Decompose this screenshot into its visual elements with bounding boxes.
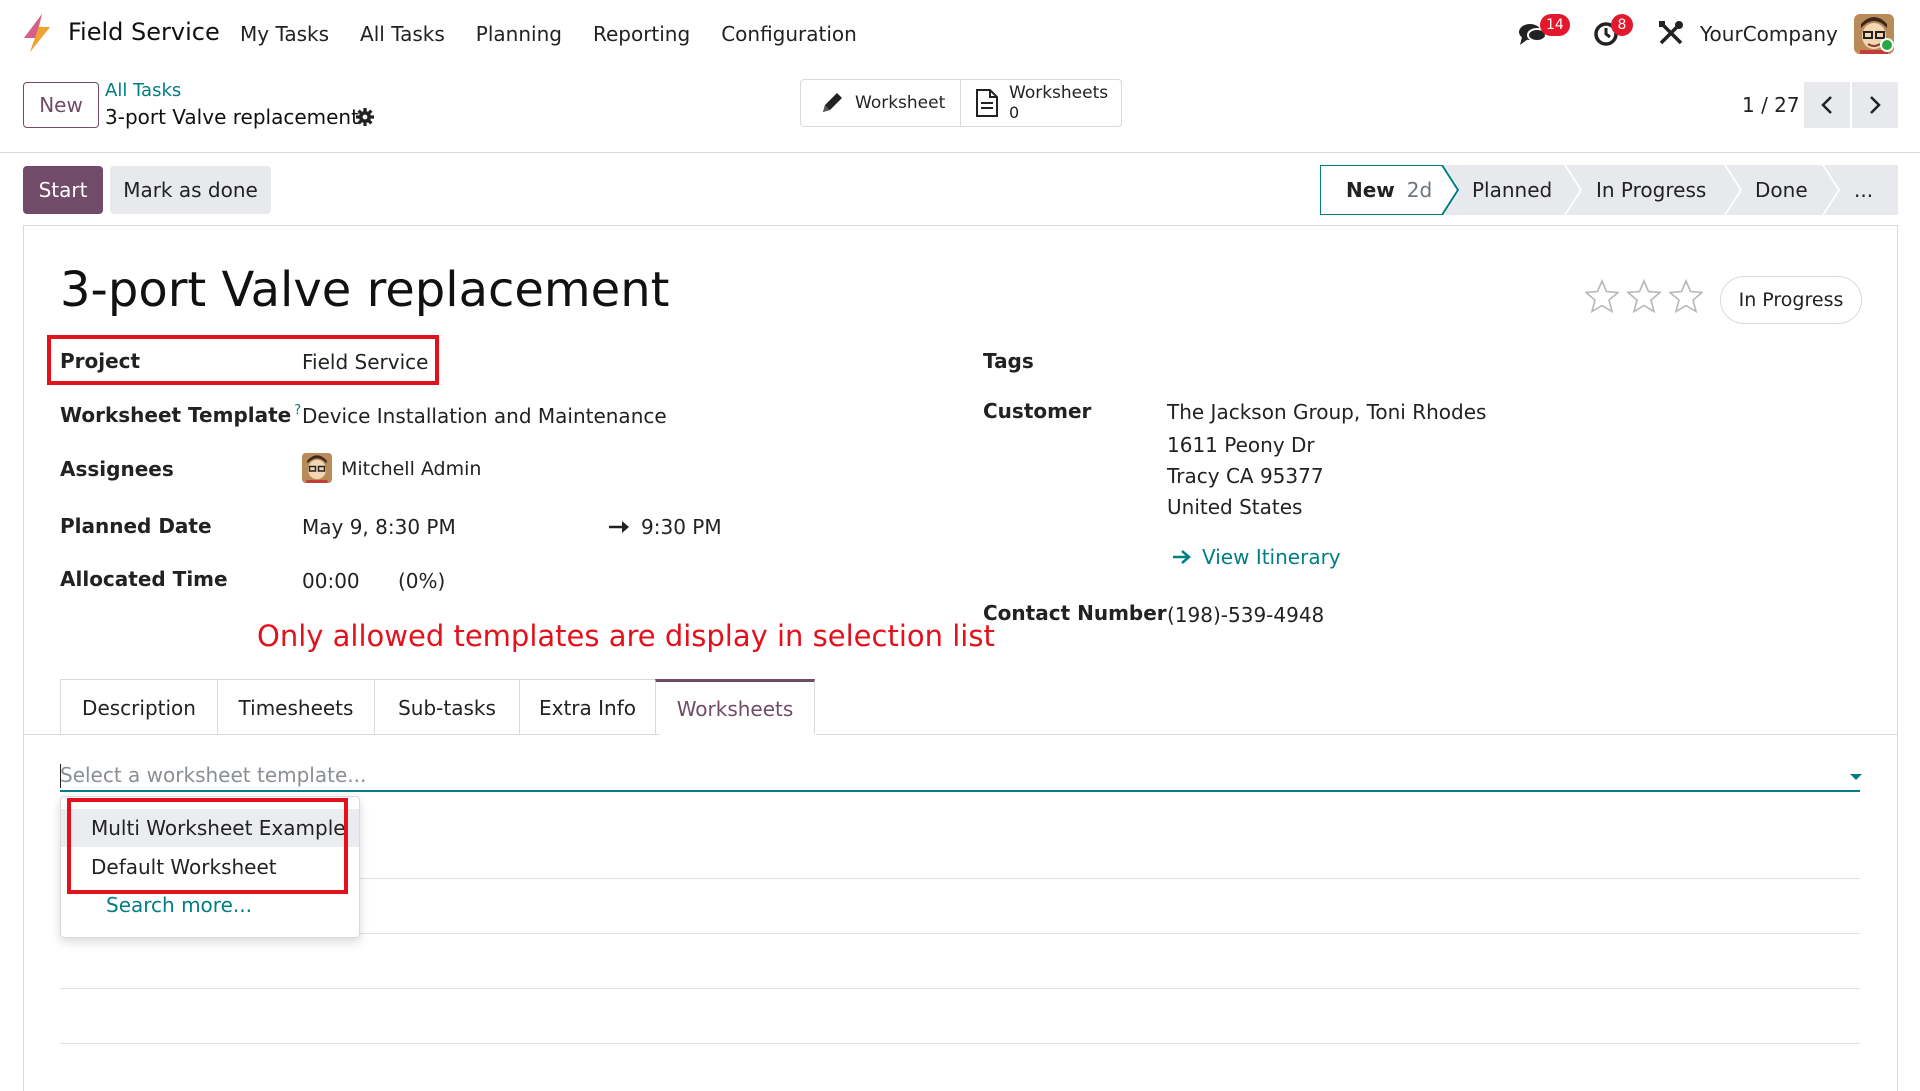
worksheets-smart-button[interactable]: Worksheets 0 bbox=[961, 80, 1121, 126]
stage-in-progress-label: In Progress bbox=[1596, 178, 1707, 202]
arrow-right-icon bbox=[609, 521, 629, 533]
priority-stars bbox=[1585, 279, 1703, 313]
messages-badge: 14 bbox=[1540, 14, 1570, 36]
annotation-box-options bbox=[67, 798, 348, 894]
tab-worksheets[interactable]: Worksheets bbox=[655, 679, 815, 735]
start-button[interactable]: Start bbox=[23, 166, 103, 214]
new-button[interactable]: New bbox=[23, 82, 99, 128]
tab-description[interactable]: Description bbox=[60, 679, 218, 735]
star-icon[interactable] bbox=[1669, 279, 1703, 313]
menu-all-tasks[interactable]: All Tasks bbox=[360, 22, 445, 46]
arrow-right-icon bbox=[1173, 550, 1191, 564]
stage-more[interactable]: ... bbox=[1854, 165, 1873, 215]
document-icon bbox=[976, 89, 998, 117]
assignee-avatar-icon bbox=[302, 453, 332, 483]
breadcrumb-all-tasks[interactable]: All Tasks bbox=[105, 80, 181, 101]
chevron-left-icon bbox=[1821, 96, 1832, 114]
list-row-divider bbox=[60, 1043, 1860, 1044]
menu-configuration[interactable]: Configuration bbox=[721, 22, 857, 46]
pager-previous-button[interactable] bbox=[1804, 82, 1850, 128]
worksheets-smart-label: Worksheets bbox=[1009, 83, 1109, 103]
stage-new-badge: 2d bbox=[1406, 178, 1433, 202]
customer-country: United States bbox=[1167, 495, 1303, 519]
stage-done-label: Done bbox=[1755, 178, 1808, 202]
planned-start-value[interactable]: May 9, 8:30 PM bbox=[302, 515, 456, 539]
mark-as-done-button[interactable]: Mark as done bbox=[110, 166, 271, 214]
online-status-dot bbox=[1880, 38, 1894, 52]
view-itinerary-link[interactable]: View Itinerary bbox=[1172, 545, 1341, 569]
assignee-avatar bbox=[302, 453, 332, 483]
stage-in-progress[interactable]: In Progress bbox=[1596, 165, 1706, 215]
tab-sub-tasks[interactable]: Sub-tasks bbox=[374, 679, 520, 735]
company-switcher[interactable]: YourCompany bbox=[1700, 22, 1838, 46]
stage-statusbar: New 2d Planned In Progress Done ... bbox=[1320, 165, 1898, 215]
allocated-percent: (0%) bbox=[398, 569, 446, 593]
pencil-icon bbox=[823, 93, 842, 112]
customer-street: 1611 Peony Dr bbox=[1167, 433, 1315, 457]
pager-value[interactable]: 1 / 27 bbox=[1742, 93, 1800, 117]
top-navbar: Field Service My Tasks All Tasks Plannin… bbox=[0, 0, 1920, 68]
star-icon[interactable] bbox=[1627, 279, 1661, 313]
active-tab-gap bbox=[660, 734, 816, 736]
worksheet-template-label: Worksheet Template? bbox=[60, 403, 301, 427]
star-icon[interactable] bbox=[1585, 279, 1619, 313]
smart-buttons: Worksheet Worksheets 0 bbox=[800, 79, 1122, 127]
breadcrumb-record-name: 3-port Valve replacement bbox=[105, 105, 359, 129]
control-panel-divider bbox=[0, 152, 1920, 153]
text-cursor bbox=[60, 764, 61, 788]
worksheet-smart-button[interactable]: Worksheet bbox=[801, 80, 961, 126]
notebook-tabs: Description Timesheets Sub-tasks Extra I… bbox=[60, 679, 815, 735]
stage-done[interactable]: Done bbox=[1755, 165, 1808, 215]
gear-icon[interactable] bbox=[355, 107, 375, 127]
help-tooltip-icon[interactable]: ? bbox=[294, 403, 301, 418]
tab-extra-info[interactable]: Extra Info bbox=[519, 679, 656, 735]
planned-end-value[interactable]: 9:30 PM bbox=[641, 515, 722, 539]
tabs-underline bbox=[23, 734, 1898, 735]
contact-number-value[interactable]: (198)-539-4948 bbox=[1167, 603, 1324, 627]
stage-new[interactable]: New 2d bbox=[1346, 165, 1432, 215]
task-title[interactable]: 3-port Valve replacement bbox=[60, 262, 669, 318]
worksheet-smart-label: Worksheet bbox=[855, 93, 946, 113]
stage-new-label: New bbox=[1346, 178, 1395, 202]
debug-tools-button[interactable] bbox=[1656, 18, 1686, 48]
pager-next-button[interactable] bbox=[1852, 82, 1898, 128]
stage-more-label: ... bbox=[1854, 178, 1874, 202]
tags-label: Tags bbox=[983, 349, 1034, 373]
allocated-time-label: Allocated Time bbox=[60, 567, 228, 591]
tools-icon bbox=[1659, 21, 1683, 45]
list-row-divider bbox=[60, 988, 1860, 989]
messages-button[interactable]: 14 bbox=[1518, 14, 1570, 48]
assignee-name[interactable]: Mitchell Admin bbox=[341, 458, 481, 480]
contact-number-label: Contact Number bbox=[983, 601, 1167, 625]
search-more-link[interactable]: Search more... bbox=[106, 893, 252, 917]
menu-reporting[interactable]: Reporting bbox=[593, 22, 690, 46]
kanban-state-pill[interactable]: In Progress bbox=[1720, 276, 1862, 324]
annotation-box-project bbox=[47, 335, 439, 385]
stage-planned-label: Planned bbox=[1472, 178, 1553, 202]
app-name[interactable]: Field Service bbox=[68, 18, 220, 46]
worksheet-template-label-text: Worksheet Template bbox=[60, 403, 292, 427]
activities-button[interactable]: 8 bbox=[1593, 14, 1633, 48]
customer-city: Tracy CA 95377 bbox=[1167, 464, 1324, 488]
stage-planned[interactable]: Planned bbox=[1472, 165, 1552, 215]
activities-badge: 8 bbox=[1611, 14, 1633, 36]
planned-date-label: Planned Date bbox=[60, 514, 212, 538]
menu-my-tasks[interactable]: My Tasks bbox=[240, 22, 329, 46]
main-menu: My Tasks All Tasks Planning Reporting Co… bbox=[240, 22, 888, 46]
allocated-time-value[interactable]: 00:00 bbox=[302, 569, 360, 593]
tab-timesheets[interactable]: Timesheets bbox=[217, 679, 375, 735]
menu-planning[interactable]: Planning bbox=[476, 22, 562, 46]
customer-label: Customer bbox=[983, 399, 1092, 423]
caret-down-icon[interactable] bbox=[1850, 774, 1862, 780]
worksheet-template-input[interactable] bbox=[60, 760, 1860, 792]
field-service-logo-icon[interactable] bbox=[22, 14, 52, 52]
worksheet-template-value[interactable]: Device Installation and Maintenance bbox=[302, 404, 667, 428]
view-itinerary-label: View Itinerary bbox=[1202, 545, 1341, 569]
customer-name[interactable]: The Jackson Group, Toni Rhodes bbox=[1167, 400, 1486, 424]
assignees-label: Assignees bbox=[60, 457, 174, 481]
chevron-right-icon bbox=[1870, 96, 1881, 114]
annotation-text: Only allowed templates are display in se… bbox=[257, 619, 995, 653]
worksheets-count: 0 bbox=[1009, 103, 1020, 122]
